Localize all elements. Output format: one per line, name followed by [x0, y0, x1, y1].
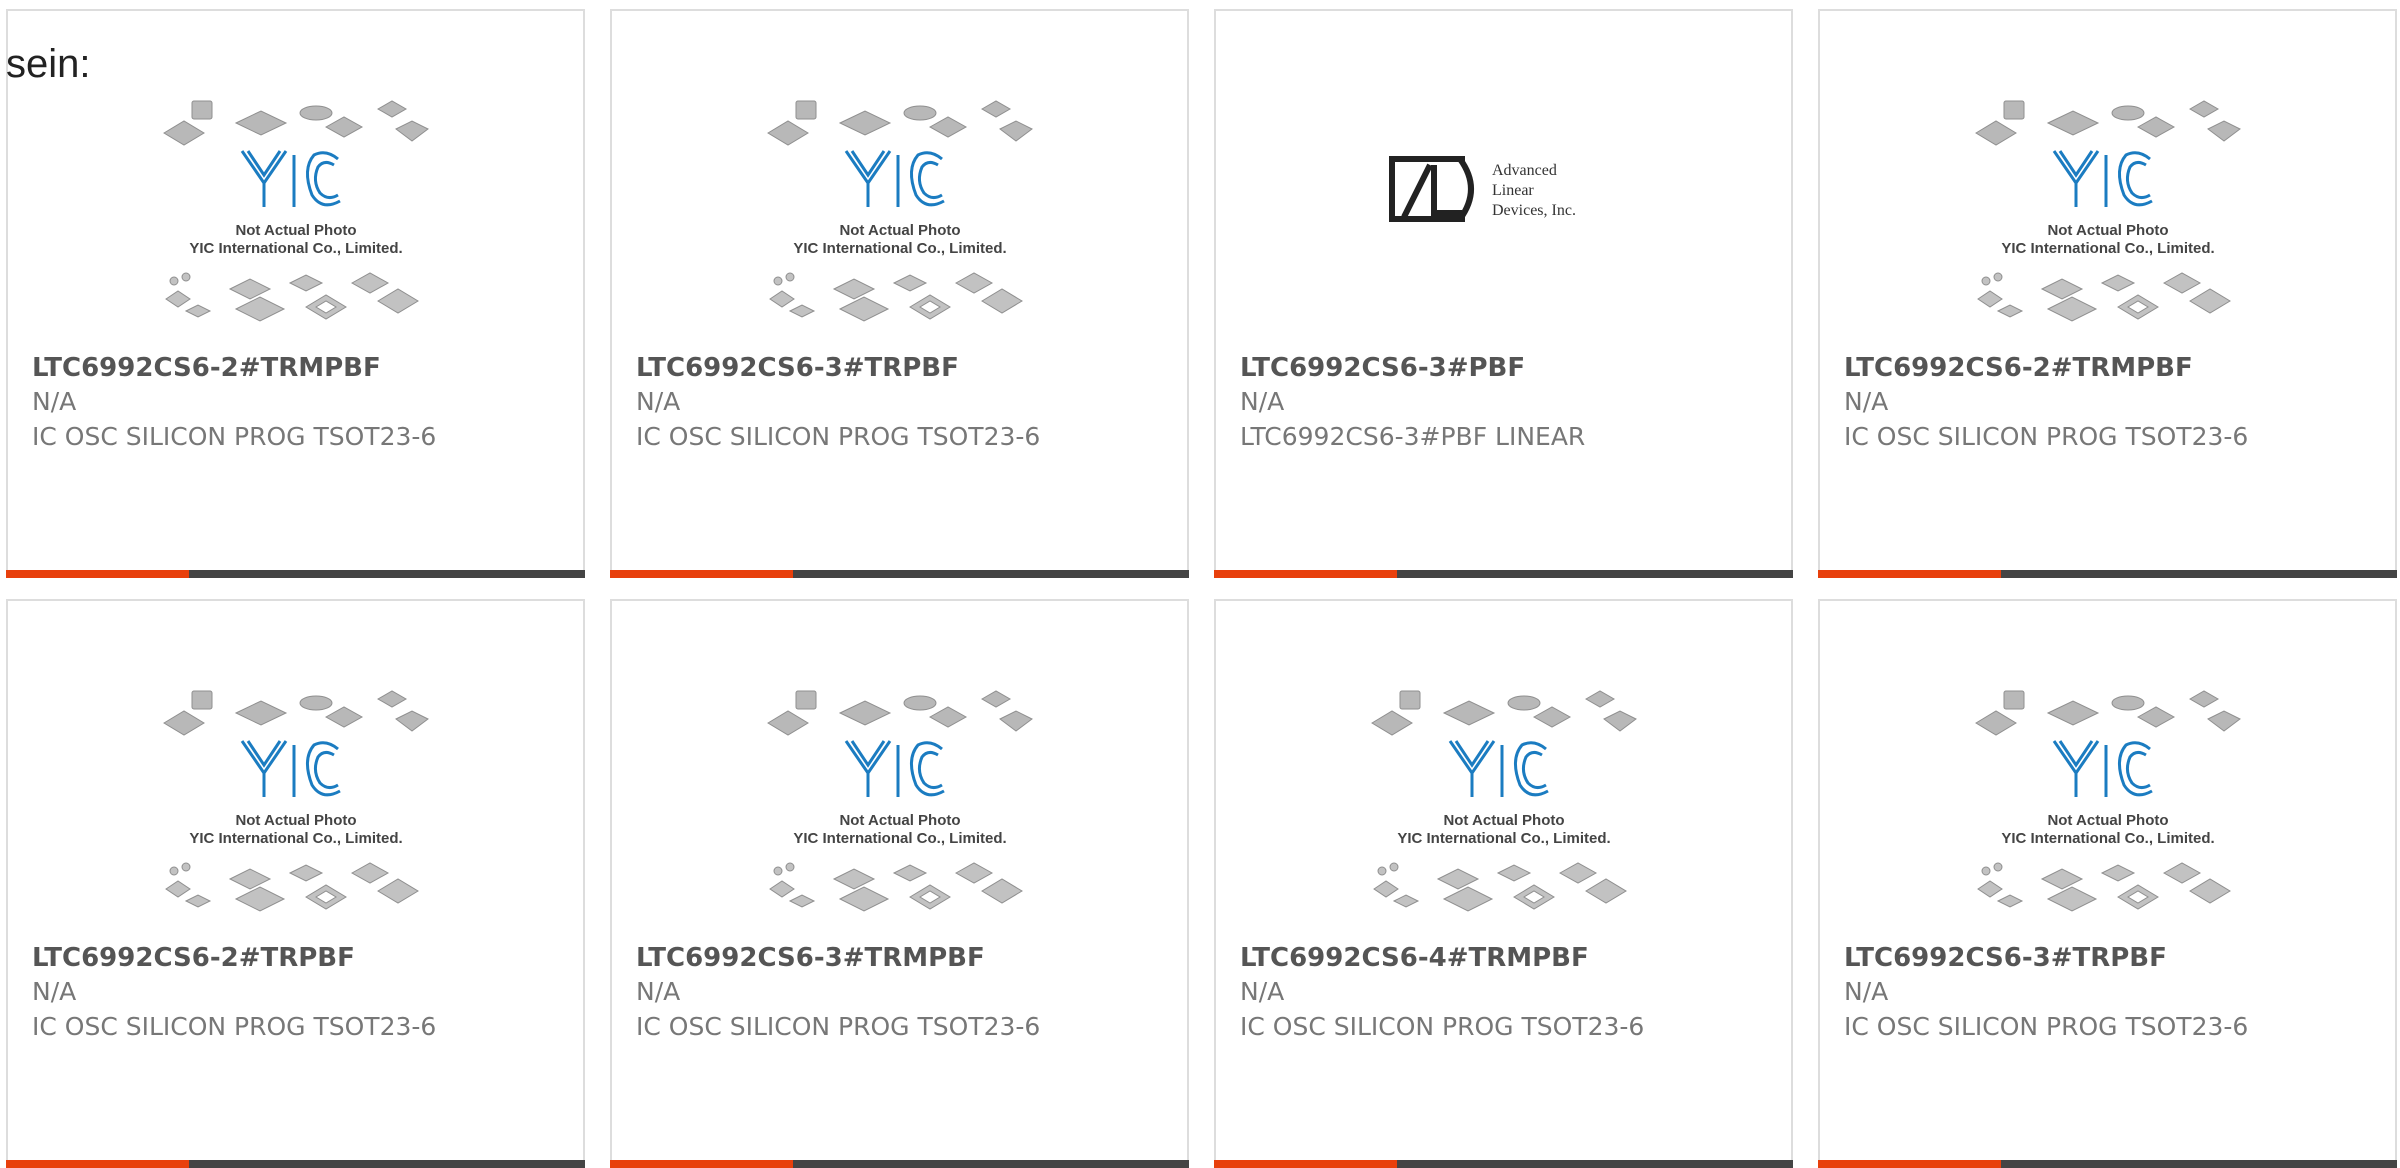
photo-caption-line2: YIC International Co., Limited.: [189, 240, 402, 257]
product-card-8[interactable]: Not Actual Photo YIC International Co., …: [1818, 599, 2397, 1168]
photo-caption-line1: Not Actual Photo: [235, 812, 356, 829]
chip-icons-top: [1974, 690, 2241, 736]
card-bottom-bar-accent: [610, 570, 793, 578]
product-thumbnail[interactable]: Not Actual Photo YIC International Co., …: [8, 685, 583, 925]
product-image: Not Actual Photo YIC International Co., …: [1974, 690, 2241, 912]
intro-text: sein:: [6, 42, 91, 86]
chip-icons-bottom: [1976, 272, 2231, 322]
photo-caption-line2: YIC International Co., Limited.: [189, 830, 402, 847]
part-number[interactable]: LTC6992CS6-3#TRMPBF: [636, 941, 985, 975]
photo-caption-line1: Not Actual Photo: [2047, 812, 2168, 829]
product-image: Not Actual Photo YIC International Co., …: [162, 690, 429, 912]
product-thumbnail[interactable]: Not Actual Photo YIC International Co., …: [612, 95, 1187, 335]
chip-icons-top: [1974, 100, 2241, 146]
part-number[interactable]: LTC6992CS6-3#TRPBF: [1844, 941, 2167, 975]
chip-icons-top: [162, 100, 429, 146]
chip-icons-top: [766, 100, 1033, 146]
product-thumbnail[interactable]: Not Actual Photo YIC International Co., …: [1820, 685, 2395, 925]
photo-caption-line2: YIC International Co., Limited.: [793, 240, 1006, 257]
photo-caption-line1: Not Actual Photo: [2047, 222, 2168, 239]
manufacturer: N/A: [1844, 387, 1889, 416]
product-card-3[interactable]: Advanced Linear Devices, Inc. LTC6992CS6…: [1214, 9, 1793, 578]
product-thumbnail[interactable]: Not Actual Photo YIC International Co., …: [1820, 95, 2395, 335]
part-number[interactable]: LTC6992CS6-2#TRMPBF: [1844, 351, 2193, 385]
description: IC OSC SILICON PROG TSOT23-6: [1844, 1012, 2249, 1041]
card-bottom-bar: [610, 570, 1189, 578]
card-bottom-bar-accent: [1214, 570, 1397, 578]
part-number[interactable]: LTC6992CS6-4#TRMPBF: [1240, 941, 1589, 975]
description: IC OSC SILICON PROG TSOT23-6: [1240, 1012, 1645, 1041]
ald-logo-mark: [1388, 156, 1474, 222]
chip-icons-top: [1370, 690, 1637, 736]
yic-logo: [240, 150, 341, 207]
description: IC OSC SILICON PROG TSOT23-6: [32, 1012, 437, 1041]
chip-icons-bottom: [768, 272, 1023, 322]
product-image: Advanced Linear Devices, Inc.: [1388, 156, 1576, 222]
photo-caption-line1: Not Actual Photo: [1443, 812, 1564, 829]
chip-icons-bottom: [1372, 862, 1627, 912]
yic-logo: [844, 150, 945, 207]
chip-icons-top: [766, 690, 1033, 736]
card-bottom-bar-accent: [1818, 570, 2001, 578]
product-card-2[interactable]: Not Actual Photo YIC International Co., …: [610, 9, 1189, 578]
product-grid: Not Actual Photo YIC International Co., …: [6, 9, 2400, 1168]
chip-icons-bottom: [1976, 862, 2231, 912]
photo-caption-line2: YIC International Co., Limited.: [1397, 830, 1610, 847]
chip-icons-bottom: [768, 862, 1023, 912]
product-card-6[interactable]: Not Actual Photo YIC International Co., …: [610, 599, 1189, 1168]
manufacturer: N/A: [1844, 977, 1889, 1006]
manufacturer: N/A: [32, 387, 77, 416]
product-thumbnail[interactable]: Not Actual Photo YIC International Co., …: [8, 95, 583, 335]
photo-caption-line2: YIC International Co., Limited.: [2001, 830, 2214, 847]
ald-logo-line2: Linear: [1492, 182, 1534, 199]
yic-logo: [240, 740, 341, 797]
card-bottom-bar: [1818, 570, 2397, 578]
photo-caption-line2: YIC International Co., Limited.: [793, 830, 1006, 847]
card-bottom-bar-accent: [6, 570, 189, 578]
yic-logo: [844, 740, 945, 797]
photo-caption-line1: Not Actual Photo: [839, 222, 960, 239]
chip-icons-top: [162, 690, 429, 736]
chip-icons-bottom: [164, 272, 419, 322]
description: IC OSC SILICON PROG TSOT23-6: [636, 422, 1041, 451]
manufacturer: N/A: [32, 977, 77, 1006]
description: IC OSC SILICON PROG TSOT23-6: [1844, 422, 2249, 451]
product-card-1[interactable]: Not Actual Photo YIC International Co., …: [6, 9, 585, 578]
manufacturer: N/A: [1240, 387, 1285, 416]
part-number[interactable]: LTC6992CS6-3#TRPBF: [636, 351, 959, 385]
card-bottom-bar: [1214, 570, 1793, 578]
description: IC OSC SILICON PROG TSOT23-6: [32, 422, 437, 451]
yic-logo: [2052, 740, 2153, 797]
yic-logo: [1448, 740, 1549, 797]
photo-caption-line1: Not Actual Photo: [839, 812, 960, 829]
product-image: Not Actual Photo YIC International Co., …: [162, 100, 429, 322]
product-image: Not Actual Photo YIC International Co., …: [1974, 100, 2241, 322]
part-number[interactable]: LTC6992CS6-2#TRPBF: [32, 941, 355, 975]
card-bottom-bar: [6, 570, 585, 578]
product-card-7[interactable]: Not Actual Photo YIC International Co., …: [1214, 599, 1793, 1168]
photo-caption-line2: YIC International Co., Limited.: [2001, 240, 2214, 257]
product-image: Not Actual Photo YIC International Co., …: [766, 690, 1033, 912]
yic-logo: [2052, 150, 2153, 207]
product-card-5[interactable]: Not Actual Photo YIC International Co., …: [6, 599, 585, 1168]
description: IC OSC SILICON PROG TSOT23-6: [636, 1012, 1041, 1041]
part-number[interactable]: LTC6992CS6-2#TRMPBF: [32, 351, 381, 385]
ald-logo-line3: Devices, Inc.: [1492, 202, 1576, 219]
chip-icons-bottom: [164, 862, 419, 912]
product-thumbnail[interactable]: Not Actual Photo YIC International Co., …: [1216, 685, 1791, 925]
product-image: Not Actual Photo YIC International Co., …: [1370, 690, 1637, 912]
product-thumbnail[interactable]: Advanced Linear Devices, Inc.: [1216, 95, 1791, 335]
part-number[interactable]: LTC6992CS6-3#PBF: [1240, 351, 1525, 385]
product-card-4[interactable]: Not Actual Photo YIC International Co., …: [1818, 9, 2397, 578]
description: LTC6992CS6-3#PBF LINEAR: [1240, 422, 1586, 451]
photo-caption-line1: Not Actual Photo: [235, 222, 356, 239]
manufacturer: N/A: [636, 387, 681, 416]
product-image: Not Actual Photo YIC International Co., …: [766, 100, 1033, 322]
manufacturer: N/A: [636, 977, 681, 1006]
product-thumbnail[interactable]: Not Actual Photo YIC International Co., …: [612, 685, 1187, 925]
manufacturer: N/A: [1240, 977, 1285, 1006]
ald-logo-line1: Advanced: [1492, 162, 1557, 179]
